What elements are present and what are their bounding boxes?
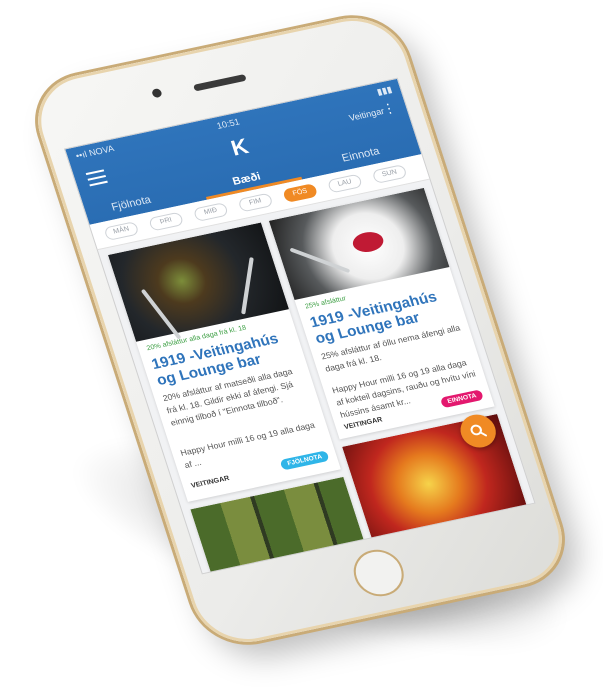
menu-icon[interactable] [85, 169, 109, 190]
day-chip-fim[interactable]: FIM [237, 192, 274, 213]
tab-fjolnota[interactable]: Fjölnota [110, 194, 153, 214]
food-image [342, 413, 528, 542]
card-category: VEITINGAR [190, 475, 231, 490]
fork-decor [289, 247, 351, 274]
tab-einnota[interactable]: Einnota [340, 145, 381, 164]
day-chip-man[interactable]: MÁN [103, 221, 140, 242]
category-filter-label[interactable]: Veitingar [348, 106, 386, 123]
front-camera [151, 87, 163, 99]
day-chip-sun[interactable]: SUN [371, 164, 408, 184]
earpiece-speaker [193, 73, 247, 92]
home-button[interactable] [347, 545, 410, 601]
day-chip-lau[interactable]: LAU [326, 173, 363, 194]
dessert-decor [350, 229, 387, 255]
badge-fjolnota: FJÖLNOTA [279, 450, 330, 471]
day-chip-thri[interactable]: ÞRI [148, 211, 185, 232]
knife-decor [241, 257, 254, 315]
day-chip-fos[interactable]: FÖS [282, 183, 319, 203]
fork-decor [140, 288, 182, 340]
battery-icon: ▮▮▮ [375, 84, 394, 97]
day-chip-mid[interactable]: MIÐ [192, 202, 229, 223]
search-icon [470, 424, 488, 437]
offer-card[interactable] [342, 413, 528, 542]
phone-body: ••ıl NOVA 10:51 ▮▮▮ K Veitingar ⋮ Fjölno… [24, 8, 576, 652]
carrier-label: ••ıl NOVA [74, 143, 116, 161]
app-logo: K [227, 133, 252, 161]
status-time: 10:51 [215, 116, 241, 131]
